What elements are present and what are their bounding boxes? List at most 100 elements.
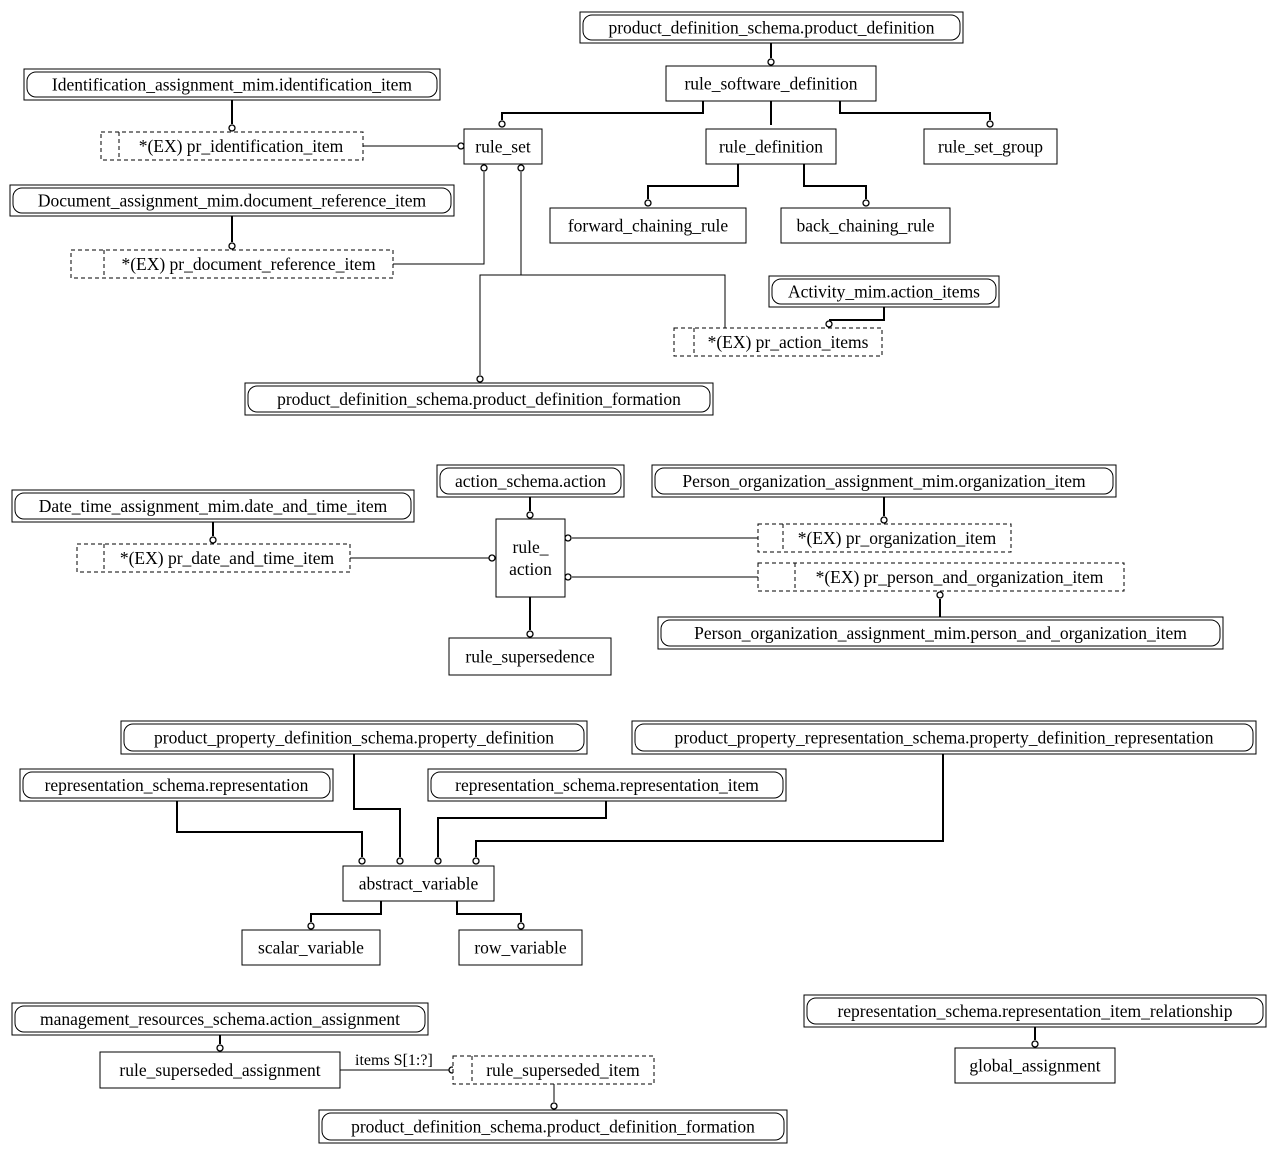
node-poa-pao[interactable]: Person_organization_assignment_mim.perso… <box>657 616 1224 650</box>
relationship-end-circle <box>480 164 488 172</box>
node-label: Date_time_assignment_mim.date_and_time_i… <box>39 496 388 516</box>
relationship-end-circle <box>517 922 525 930</box>
node-rsd[interactable]: rule_software_definition <box>665 65 877 102</box>
express-g-diagram: product_definition_schema.product_defini… <box>9 11 1267 1144</box>
node-rsg[interactable]: rule_set_group <box>923 128 1058 165</box>
attribute-label-items: items S[1:?] <box>355 1052 433 1069</box>
relationship-line <box>437 801 607 857</box>
relationship-end-circle <box>825 320 833 328</box>
relationship-line <box>647 164 739 199</box>
node-label: action_schema.action <box>455 471 606 491</box>
relationship-end-circle <box>767 58 775 66</box>
node-pr-org[interactable]: *(EX) pr_organization_item <box>757 523 1012 553</box>
node-label: product_definition_schema.product_defini… <box>351 1117 755 1137</box>
node-rsi[interactable]: rule_superseded_item <box>452 1055 655 1085</box>
node-label: Person_organization_assignment_mim.perso… <box>694 623 1187 643</box>
node-rule-action[interactable]: rule_action <box>495 518 566 598</box>
node-label: *(EX) pr_action_items <box>708 332 869 352</box>
relationship-end-circle <box>526 630 534 638</box>
node-label: forward_chaining_rule <box>568 216 729 236</box>
relationship-end-circle <box>434 857 442 865</box>
relationship-line <box>803 164 867 199</box>
node-ppd[interactable]: product_property_definition_schema.prope… <box>120 720 588 755</box>
node-label: product_property_representation_schema.p… <box>675 728 1214 748</box>
node-rsa[interactable]: rule_superseded_assignment <box>99 1051 341 1089</box>
node-label: *(EX) pr_organization_item <box>798 528 997 548</box>
node-label: rule_supersedence <box>465 647 594 667</box>
node-action[interactable]: action_schema.action <box>436 464 625 498</box>
relationship-line <box>353 754 401 857</box>
node-pds-pd[interactable]: product_definition_schema.product_defini… <box>579 11 964 44</box>
node-av[interactable]: abstract_variable <box>342 865 495 902</box>
node-pr-doc[interactable]: *(EX) pr_document_reference_item <box>70 249 394 279</box>
node-label: product_property_definition_schema.prope… <box>154 728 554 748</box>
node-pr-pao[interactable]: *(EX) pr_person_and_organization_item <box>757 562 1125 592</box>
node-bcr[interactable]: back_chaining_rule <box>780 207 951 244</box>
relationship-end-circle <box>472 857 480 865</box>
node-rs-item[interactable]: representation_schema.representation_ite… <box>427 768 787 802</box>
node-label: rule_definition <box>719 137 823 157</box>
relationship-line <box>829 307 885 321</box>
node-rule-set[interactable]: rule_set <box>463 128 543 165</box>
node-pr-action[interactable]: *(EX) pr_action_items <box>673 327 883 357</box>
relationship-line <box>479 274 726 375</box>
node-act-mim[interactable]: Activity_mim.action_items <box>768 275 1000 308</box>
relationship-end-circle <box>862 199 870 207</box>
node-pprs[interactable]: product_property_representation_schema.p… <box>631 720 1257 755</box>
relationship-end-circle <box>526 511 534 519</box>
node-pr-dt[interactable]: *(EX) pr_date_and_time_item <box>76 543 351 573</box>
relationship-end-circle <box>986 120 994 128</box>
node-label: rule_superseded_assignment <box>119 1060 320 1080</box>
node-label: *(EX) pr_document_reference_item <box>121 254 376 274</box>
node-label: product_definition_schema.product_defini… <box>608 18 934 38</box>
node-rule-def[interactable]: rule_definition <box>705 128 837 165</box>
node-mra[interactable]: management_resources_schema.action_assig… <box>11 1002 429 1036</box>
node-label: Document_assignment_mim.document_referen… <box>38 191 427 211</box>
node-dta[interactable]: Date_time_assignment_mim.date_and_time_i… <box>11 489 415 523</box>
node-label: rule_software_definition <box>684 74 857 94</box>
relationship-end-circle <box>564 534 572 542</box>
node-label: row_variable <box>474 938 567 958</box>
node-label: Identification_assignment_mim.identifica… <box>52 75 413 95</box>
relationship-end-circle <box>936 591 944 599</box>
node-rs-rep[interactable]: representation_schema.representation <box>19 768 334 802</box>
relationship-line <box>501 101 704 120</box>
node-label: Person_organization_assignment_mim.organ… <box>682 471 1086 491</box>
node-fcr[interactable]: forward_chaining_rule <box>549 207 747 244</box>
node-label: scalar_variable <box>258 938 364 958</box>
relationship-end-circle <box>644 199 652 207</box>
relationship-end-circle <box>517 164 525 172</box>
node-rsir[interactable]: representation_schema.representation_ite… <box>803 994 1267 1028</box>
node-pdf2[interactable]: product_definition_schema.product_defini… <box>318 1109 788 1144</box>
relationship-end-circle <box>358 857 366 865</box>
relationship-end-circle <box>307 922 315 930</box>
node-rsup[interactable]: rule_supersedence <box>448 637 612 676</box>
node-label: abstract_variable <box>359 874 479 894</box>
relationship-end-circle <box>209 536 217 544</box>
node-label: *(EX) pr_identification_item <box>139 136 344 156</box>
node-rv[interactable]: row_variable <box>458 929 583 966</box>
node-label: rule_set <box>475 137 531 157</box>
node-pr-id[interactable]: *(EX) pr_identification_item <box>100 131 364 161</box>
node-label: *(EX) pr_person_and_organization_item <box>816 567 1104 587</box>
node-poa-org[interactable]: Person_organization_assignment_mim.organ… <box>651 464 1117 498</box>
relationship-end-circle <box>880 516 888 524</box>
relationship-end-circle <box>1031 1040 1039 1048</box>
node-ida[interactable]: Identification_assignment_mim.identifica… <box>23 68 441 101</box>
node-sv[interactable]: scalar_variable <box>241 929 381 966</box>
relationship-end-circle <box>228 242 236 250</box>
relationship-end-circle <box>550 1102 558 1110</box>
node-pdf[interactable]: product_definition_schema.product_defini… <box>244 382 714 416</box>
relationship-end-circle <box>216 1044 224 1052</box>
node-label: Activity_mim.action_items <box>788 282 980 302</box>
relationship-line <box>310 901 382 922</box>
node-label: representation_schema.representation_ite… <box>837 1001 1232 1021</box>
node-dam[interactable]: Document_assignment_mim.document_referen… <box>9 184 455 217</box>
relationship-end-circle <box>457 142 465 150</box>
node-label: *(EX) pr_date_and_time_item <box>120 548 335 568</box>
node-ga[interactable]: global_assignment <box>954 1047 1116 1084</box>
node-label: management_resources_schema.action_assig… <box>40 1009 400 1029</box>
relationship-line <box>176 801 363 857</box>
node-label: rule_ <box>513 537 549 557</box>
node-label: action <box>509 559 552 579</box>
